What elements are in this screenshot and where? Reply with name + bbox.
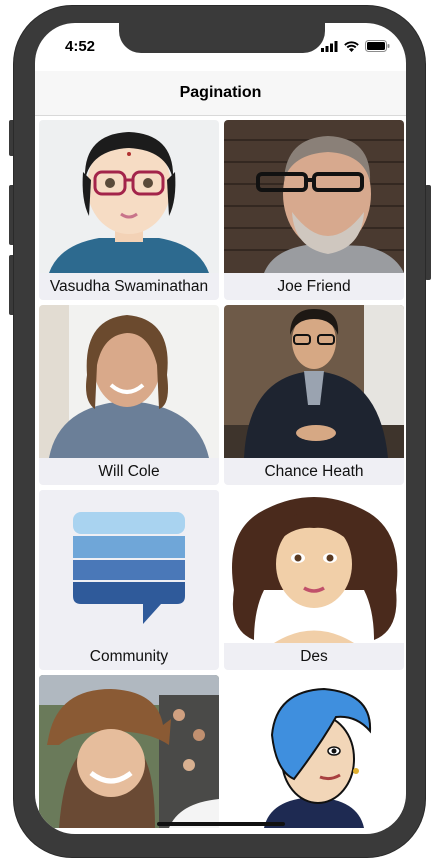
- contact-grid[interactable]: Vasudha Swaminathan Joe Friend Will Cole…: [39, 120, 404, 834]
- contact-name: Community: [39, 643, 219, 670]
- chat-bubble-icon: [39, 490, 219, 643]
- status-icons: [321, 39, 390, 57]
- contact-cell[interactable]: Vasudha Swaminathan: [39, 120, 219, 300]
- man-long-hair-photo: [39, 305, 219, 458]
- contact-cell[interactable]: [39, 675, 219, 834]
- cartoon-blue-hair-avatar: [224, 675, 404, 828]
- contact-cell[interactable]: [224, 675, 404, 834]
- contact-name: Vasudha Swaminathan: [39, 273, 219, 300]
- wifi-icon: [344, 39, 359, 57]
- notch: [119, 23, 325, 53]
- contact-cell[interactable]: Chance Heath: [224, 305, 404, 485]
- power-button: [425, 185, 431, 280]
- contact-name: Joe Friend: [224, 273, 404, 300]
- contact-cell[interactable]: Des: [224, 490, 404, 670]
- contact-name: Chance Heath: [224, 458, 404, 485]
- man-glasses-seated-photo: [224, 305, 404, 458]
- page-title: Pagination: [179, 84, 262, 101]
- woman-animal-hat-photo: [39, 675, 219, 828]
- battery-icon: [365, 39, 390, 57]
- contact-cell[interactable]: Joe Friend: [224, 120, 404, 300]
- navigation-bar: Pagination: [35, 71, 406, 116]
- man-glasses-photo: [224, 120, 404, 273]
- cartoon-woman-curly-hair-avatar: [224, 490, 404, 643]
- phone-screen: 4:52 Pagination Vasudha Swaminathan Joe …: [35, 23, 406, 834]
- status-time: 4:52: [65, 38, 96, 55]
- contact-cell[interactable]: Community: [39, 490, 219, 670]
- contact-cell[interactable]: Will Cole: [39, 305, 219, 485]
- home-indicator[interactable]: [157, 822, 285, 826]
- cartoon-woman-glasses-avatar: [39, 120, 219, 273]
- contact-name: Will Cole: [39, 458, 219, 485]
- signal-icon: [321, 39, 338, 57]
- contact-name: Des: [224, 643, 404, 670]
